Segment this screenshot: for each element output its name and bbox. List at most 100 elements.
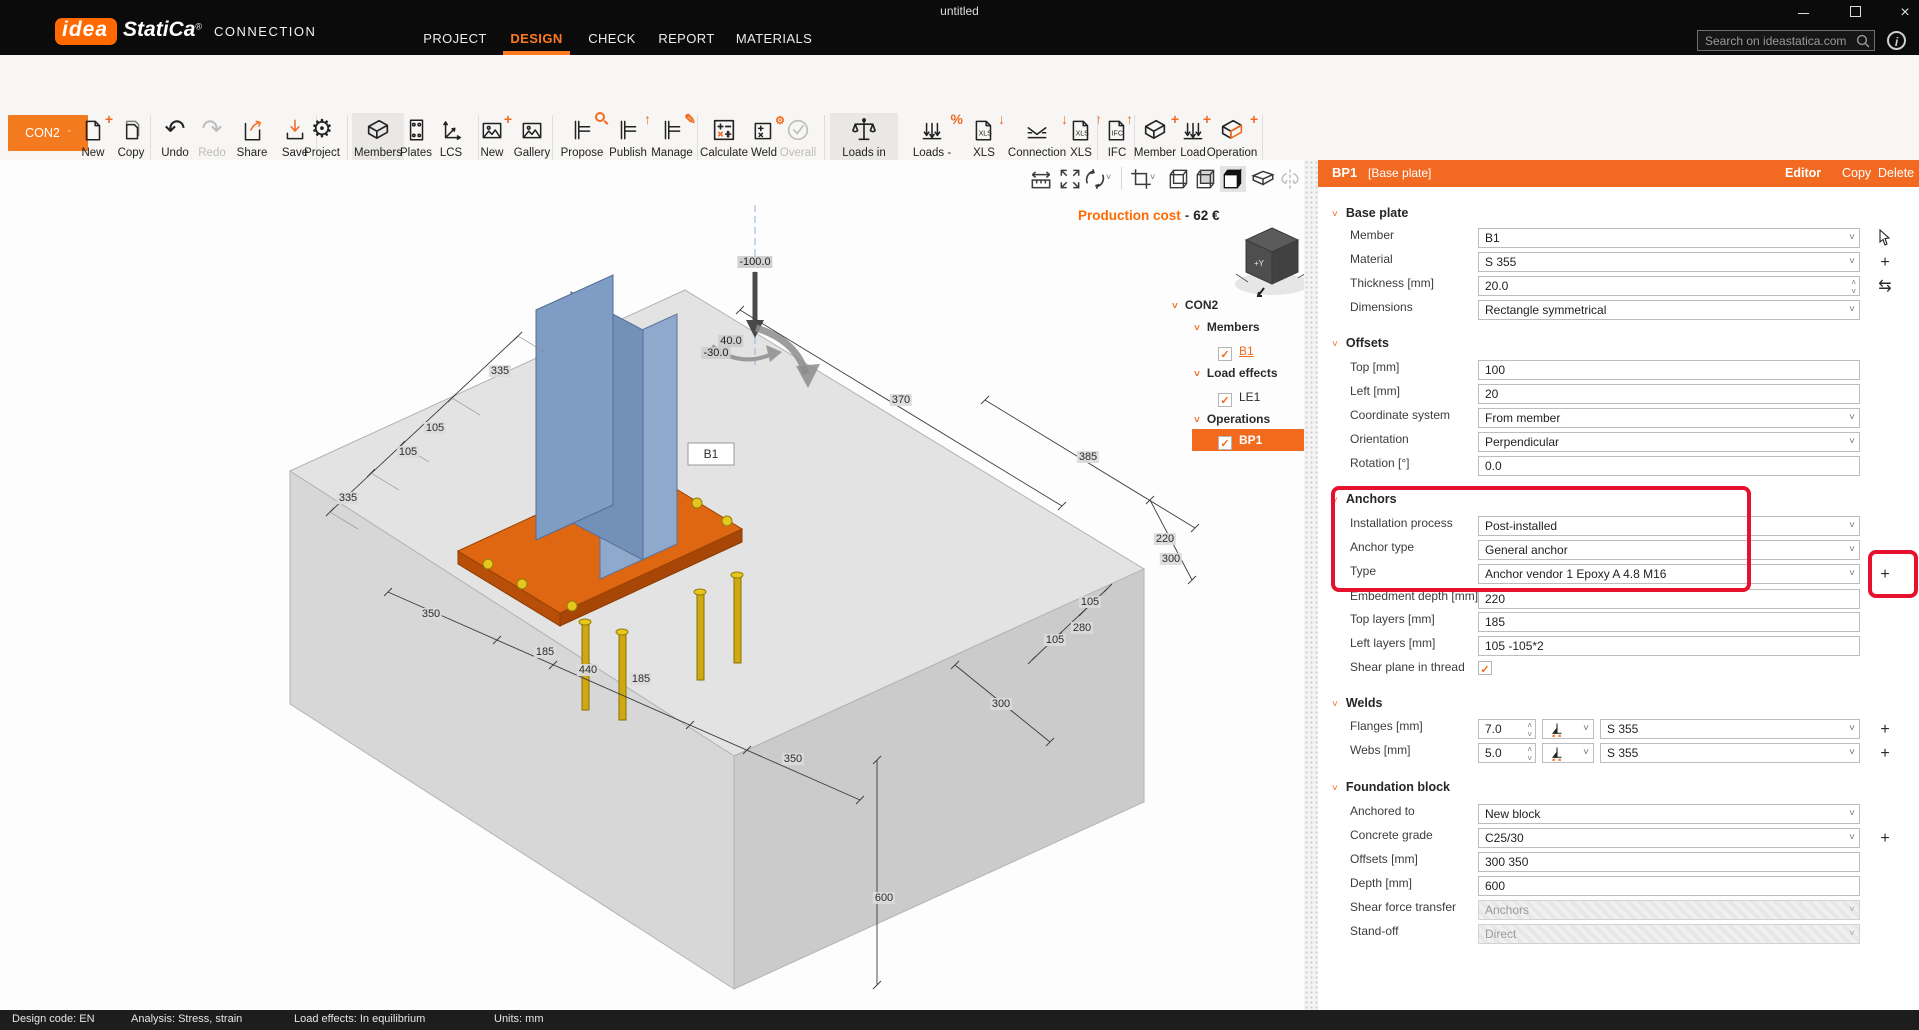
swap-icon[interactable]: ⇆ — [1874, 277, 1896, 297]
maximize-button[interactable] — [1840, 6, 1870, 22]
tree-item-le1[interactable]: LE1 — [1218, 388, 1260, 407]
spinner-icon[interactable] — [1527, 745, 1532, 762]
left-layers-input[interactable]: 105 -105*2 — [1478, 636, 1860, 656]
chevron-down-icon[interactable] — [1194, 369, 1200, 380]
dimension-label: 300 — [1159, 553, 1183, 565]
gallery-icon — [509, 113, 555, 147]
thickness-input[interactable]: 20.0 — [1478, 276, 1860, 296]
material-select[interactable]: S 355 — [1478, 252, 1860, 272]
offset-top-input[interactable]: 100 — [1478, 360, 1860, 380]
chevron-down-icon — [1849, 723, 1855, 734]
panel-divider[interactable] — [1304, 160, 1318, 1010]
connection-symbol-icon — [648, 113, 696, 147]
member-select[interactable]: B1 — [1478, 228, 1860, 248]
tab-design[interactable]: DESIGN — [503, 31, 570, 46]
block-depth-input[interactable]: 600 — [1478, 876, 1860, 896]
search-input[interactable] — [1697, 30, 1875, 51]
editor-button[interactable]: Editor — [1785, 166, 1821, 180]
ifc-document-icon: IFC — [1101, 113, 1133, 147]
view-cube[interactable]: +Y — [1228, 222, 1312, 298]
anchored-to-select[interactable]: New block — [1478, 804, 1860, 824]
add-weld-material-icon[interactable]: + — [1874, 720, 1896, 740]
wireframe-view-icon[interactable] — [1166, 166, 1192, 192]
tab-materials[interactable]: MATERIALS — [735, 31, 813, 46]
coordinate-system-select[interactable]: From member — [1478, 408, 1860, 428]
dimensions-select[interactable]: Rectangle symmetrical — [1478, 300, 1860, 320]
shear-plane-checkbox[interactable] — [1478, 661, 1492, 675]
xls-document-icon: XLS — [1060, 113, 1102, 147]
block-offsets-input[interactable]: 300 350 — [1478, 852, 1860, 872]
cursor-pick-icon[interactable] — [1874, 228, 1896, 249]
close-button[interactable] — [1890, 6, 1919, 22]
tree-item-b1[interactable]: B1 — [1218, 342, 1254, 361]
dimension-label: 220 — [1153, 533, 1177, 545]
tree-item-con2[interactable]: CON2 — [1172, 296, 1218, 314]
dimension-label: 185 — [629, 673, 653, 685]
flange-weld-material-select[interactable]: S 355 — [1600, 719, 1860, 739]
add-weld-material-icon[interactable]: + — [1874, 744, 1896, 764]
web-weld-material-select[interactable]: S 355 — [1600, 743, 1860, 763]
property-row: Anchored to New block — [1318, 804, 1919, 826]
shaded-wireframe-view-icon[interactable] — [1193, 166, 1219, 192]
tree-item-members[interactable]: Members — [1194, 318, 1260, 336]
property-row: Left [mm] 20 — [1318, 384, 1919, 406]
chevron-down-icon — [1849, 520, 1855, 531]
spinner-icon[interactable] — [1527, 721, 1532, 738]
delete-button[interactable]: Delete — [1878, 166, 1914, 180]
stand-off-select: Direct — [1478, 924, 1860, 944]
property-row: Dimensions Rectangle symmetrical — [1318, 300, 1919, 322]
offset-left-input[interactable]: 20 — [1478, 384, 1860, 404]
chevron-down-icon[interactable] — [1194, 323, 1200, 334]
add-concrete-grade-icon[interactable]: + — [1874, 829, 1896, 849]
copy-button[interactable]: Copy — [1842, 166, 1871, 180]
property-row: Top [mm] 100 — [1318, 360, 1919, 382]
brand-name: StatiCa — [123, 18, 196, 41]
spinner-icon[interactable] — [1851, 278, 1856, 295]
tab-report[interactable]: REPORT — [658, 31, 715, 46]
status-bar: Design code: EN Analysis: Stress, strain… — [0, 1010, 1919, 1030]
operation-id: BP1 — [1332, 165, 1358, 180]
rotate-view-icon[interactable] — [1082, 166, 1108, 192]
tab-project[interactable]: PROJECT — [420, 31, 490, 46]
search-icon[interactable] — [1855, 33, 1871, 49]
tree-item-operations[interactable]: Operations — [1194, 410, 1270, 428]
minimize-button[interactable] — [1788, 6, 1818, 22]
chevron-down-icon[interactable] — [1150, 172, 1155, 182]
top-layers-input[interactable]: 185 — [1478, 612, 1860, 632]
web-weld-type-select[interactable] — [1542, 743, 1594, 763]
tree-item-load-effects[interactable]: Load effects — [1194, 364, 1278, 382]
section-foundation-block[interactable]: Foundation block — [1332, 780, 1450, 794]
axes-icon — [433, 113, 469, 147]
chevron-down-icon — [1332, 209, 1338, 220]
section-base-plate[interactable]: Base plate — [1332, 206, 1408, 220]
chevron-down-icon[interactable] — [1106, 172, 1111, 182]
add-material-icon[interactable]: + — [1874, 253, 1896, 273]
web-weld-size-input[interactable]: 5.0 — [1478, 743, 1536, 763]
tree-item-bp1[interactable]: BP1 — [1218, 431, 1262, 450]
flange-weld-size-input[interactable]: 7.0 — [1478, 719, 1536, 739]
solid-view-icon[interactable] — [1220, 166, 1246, 192]
zoom-fit-icon[interactable] — [1057, 166, 1083, 192]
checkbox-checked-icon[interactable] — [1218, 436, 1232, 450]
chevron-down-icon — [1332, 783, 1338, 794]
tab-check[interactable]: CHECK — [588, 31, 636, 46]
checkbox-checked-icon[interactable] — [1218, 347, 1232, 361]
orientation-select[interactable]: Perpendicular — [1478, 432, 1860, 452]
embedment-depth-input[interactable]: 220 — [1478, 589, 1860, 609]
3d-viewport[interactable]: B1 -100.0 40.0 -30.0 335 105 105 335 370… — [0, 160, 1304, 1010]
measure-tool-icon[interactable] — [1028, 166, 1054, 192]
property-row: Orientation Perpendicular — [1318, 432, 1919, 454]
concrete-grade-select[interactable]: C25/30 — [1478, 828, 1860, 848]
rotation-input[interactable]: 0.0 — [1478, 456, 1860, 476]
3d-scene[interactable] — [0, 160, 1304, 1010]
pencil-badge-icon — [684, 112, 696, 126]
property-row: Offsets [mm] 300 350 — [1318, 852, 1919, 874]
section-offsets[interactable]: Offsets — [1332, 336, 1389, 350]
section-welds[interactable]: Welds — [1332, 696, 1382, 710]
chevron-down-icon[interactable] — [1172, 301, 1178, 312]
chevron-down-icon[interactable] — [1194, 415, 1200, 426]
checkbox-checked-icon[interactable] — [1218, 393, 1232, 407]
transparent-view-icon[interactable] — [1250, 166, 1276, 192]
info-icon[interactable] — [1887, 31, 1906, 50]
flange-weld-type-select[interactable] — [1542, 719, 1594, 739]
